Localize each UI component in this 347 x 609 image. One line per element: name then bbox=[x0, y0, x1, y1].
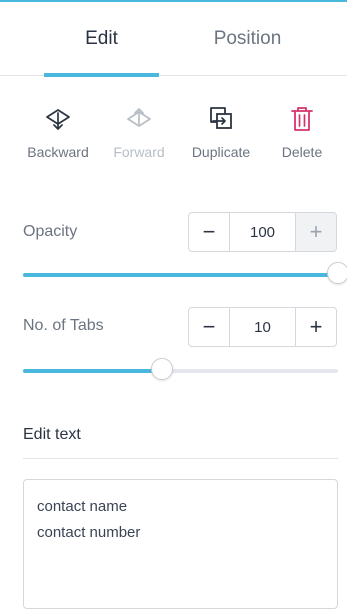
opacity-slider-fill bbox=[23, 273, 338, 277]
tabs-count-stepper: − 10 + bbox=[188, 307, 337, 347]
opacity-stepper: − 100 + bbox=[188, 212, 337, 252]
opacity-slider-handle[interactable] bbox=[327, 262, 347, 284]
opacity-slider[interactable] bbox=[23, 262, 347, 284]
duplicate-button[interactable]: Duplicate bbox=[181, 104, 261, 164]
duplicate-icon bbox=[207, 104, 235, 134]
tabs-count-slider-handle[interactable] bbox=[151, 358, 173, 380]
tabs-count-label: No. of Tabs bbox=[23, 317, 104, 334]
forward-button[interactable]: Forward bbox=[99, 104, 179, 164]
bring-forward-icon bbox=[125, 104, 153, 134]
opacity-decrement-button[interactable]: − bbox=[189, 213, 230, 251]
send-backward-icon bbox=[44, 104, 72, 134]
opacity-increment-button[interactable]: + bbox=[295, 213, 336, 251]
forward-label: Forward bbox=[113, 144, 165, 160]
text-line: contact name bbox=[37, 498, 128, 515]
opacity-value-input[interactable]: 100 bbox=[230, 213, 295, 251]
backward-label: Backward bbox=[27, 144, 89, 160]
tab-bar: Edit Position bbox=[0, 2, 347, 77]
duplicate-label: Duplicate bbox=[191, 144, 251, 160]
tab-edit[interactable]: Edit bbox=[44, 2, 159, 75]
tabs-count-slider[interactable] bbox=[23, 358, 338, 380]
edit-text-heading: Edit text bbox=[23, 426, 81, 443]
section-divider bbox=[23, 458, 338, 459]
tabs-count-value-input[interactable]: 10 bbox=[230, 308, 295, 346]
backward-button[interactable]: Backward bbox=[18, 104, 98, 164]
tab-position[interactable]: Position bbox=[190, 2, 305, 75]
delete-label: Delete bbox=[281, 144, 323, 160]
tabs-count-increment-button[interactable]: + bbox=[295, 308, 336, 346]
delete-button[interactable]: Delete bbox=[262, 104, 342, 164]
opacity-label: Opacity bbox=[23, 223, 78, 240]
tabs-count-slider-fill bbox=[23, 369, 162, 373]
trash-icon bbox=[288, 104, 316, 134]
active-tab-indicator bbox=[44, 73, 159, 77]
text-line: contact number bbox=[37, 524, 141, 541]
tabs-count-decrement-button[interactable]: − bbox=[189, 308, 230, 346]
